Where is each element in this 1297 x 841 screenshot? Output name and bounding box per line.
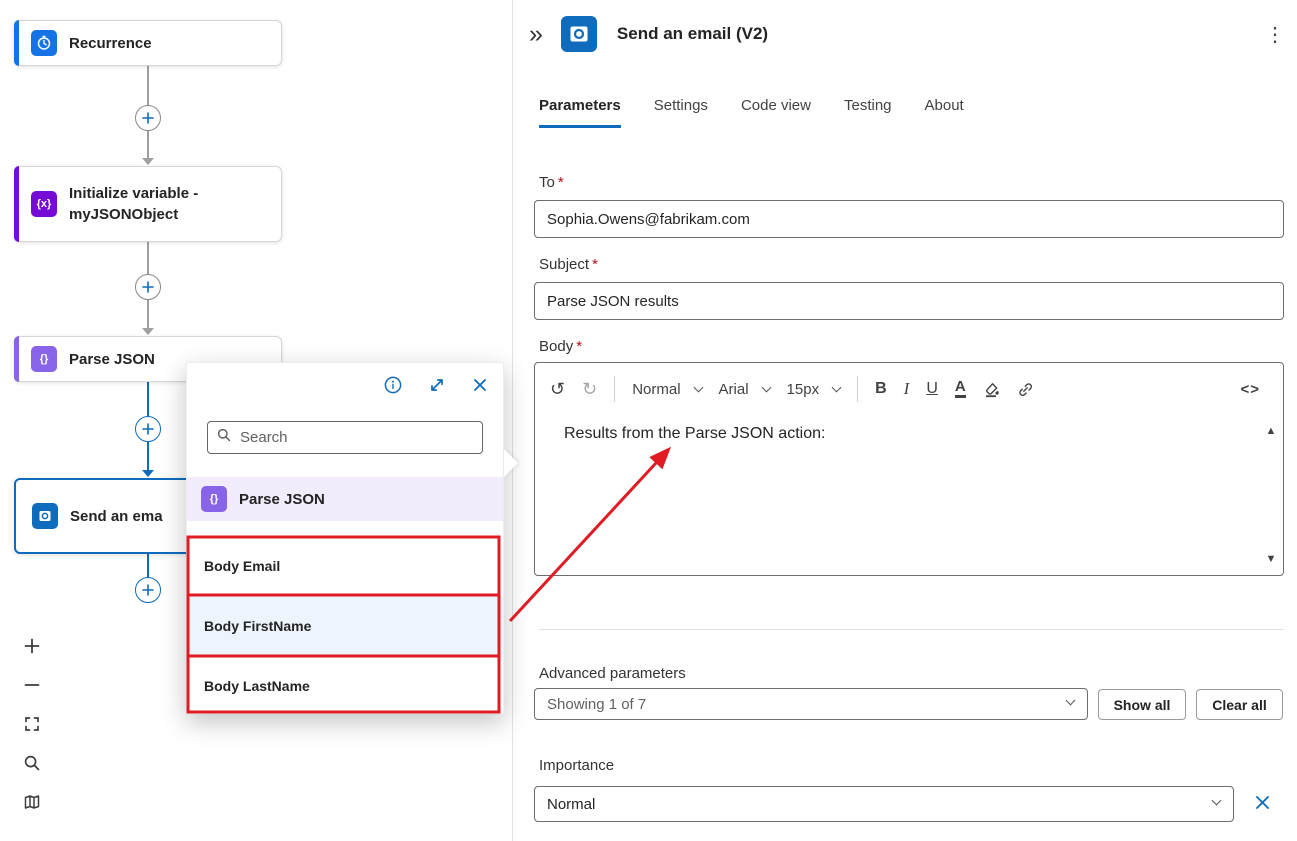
toolbar-divider <box>614 376 616 402</box>
font-family-dropdown[interactable]: Arial <box>719 381 771 398</box>
highlight-icon[interactable] <box>983 381 1000 398</box>
dynamic-content-popup: {} Parse JSON Body Email Body FirstName … <box>186 362 518 715</box>
required-asterisk: * <box>592 256 598 273</box>
zoom-out-icon[interactable] <box>16 669 48 701</box>
dynamic-content-item-body-firstname[interactable]: Body FirstName <box>187 595 503 657</box>
paragraph-style-dropdown[interactable]: Normal <box>632 381 703 398</box>
outlook-icon <box>560 16 597 52</box>
to-label: To * <box>539 174 564 191</box>
connector-arrow-icon <box>142 470 154 477</box>
panel-title: Send an email (V2) <box>616 24 769 43</box>
parse-json-braces-icon: {} <box>201 486 227 512</box>
popup-callout-pointer <box>504 449 518 477</box>
power-automate-designer: Recurrence {x} Initialize variable - myJ… <box>0 0 1297 841</box>
panel-header: » Send an email (V2) ⋮ <box>529 14 1285 54</box>
node-recurrence[interactable]: Recurrence <box>14 20 282 66</box>
dynamic-content-item-body-lastname[interactable]: Body LastName <box>187 657 503 715</box>
body-rich-text-editor[interactable]: ↺ ↻ Normal Arial 15px B I U A <> Results… <box>534 362 1284 576</box>
chevron-down-icon <box>761 382 771 392</box>
chevron-down-icon <box>1211 795 1222 806</box>
node-label: Parse JSON <box>69 350 155 368</box>
info-icon[interactable] <box>383 375 403 395</box>
show-all-button[interactable]: Show all <box>1098 689 1186 720</box>
clear-importance-icon[interactable] <box>1253 793 1272 815</box>
dynamic-content-group-parse-json[interactable]: {} Parse JSON <box>187 477 503 521</box>
node-label: Recurrence <box>69 34 152 52</box>
scroll-up-icon[interactable]: ▲ <box>1266 425 1277 437</box>
close-icon[interactable] <box>471 376 489 394</box>
insert-step-button[interactable] <box>135 577 161 603</box>
chevron-down-icon <box>693 382 703 392</box>
search-input[interactable] <box>240 429 474 446</box>
section-divider <box>539 629 1284 630</box>
popup-toolbar <box>383 375 489 395</box>
link-icon[interactable] <box>1017 381 1034 398</box>
tab-settings[interactable]: Settings <box>654 97 708 128</box>
redo-icon[interactable]: ↻ <box>582 379 597 400</box>
node-accent <box>14 336 19 382</box>
chevron-down-icon <box>831 382 842 392</box>
action-configuration-panel: » Send an email (V2) ⋮ Parameters Settin… <box>512 0 1297 841</box>
font-size-dropdown[interactable]: 15px <box>787 381 842 398</box>
connector-arrow-icon <box>142 158 154 165</box>
node-accent <box>14 20 19 66</box>
font-color-icon[interactable]: A <box>954 379 966 398</box>
canvas-controls <box>16 630 48 818</box>
tab-about[interactable]: About <box>925 97 964 128</box>
clear-all-button[interactable]: Clear all <box>1196 689 1283 720</box>
insert-step-button[interactable] <box>135 105 161 131</box>
outlook-icon <box>32 503 58 529</box>
tab-code-view[interactable]: Code view <box>741 97 811 128</box>
tab-testing[interactable]: Testing <box>844 97 892 128</box>
importance-dropdown[interactable]: Normal <box>534 786 1234 822</box>
connector-arrow-icon <box>142 328 154 335</box>
bold-icon[interactable]: B <box>875 380 887 398</box>
node-initialize-variable[interactable]: {x} Initialize variable - myJSONObject <box>14 166 282 242</box>
node-label: Send an ema <box>70 507 163 525</box>
collapse-panel-icon[interactable]: » <box>529 21 543 47</box>
connector-line-selected <box>147 554 149 578</box>
underline-icon[interactable]: U <box>926 380 938 398</box>
node-accent <box>14 166 19 242</box>
tab-parameters[interactable]: Parameters <box>539 97 621 128</box>
parse-json-braces-icon: {} <box>31 346 57 372</box>
body-editor-content[interactable]: Results from the Parse JSON action: <box>535 415 1283 443</box>
more-options-icon[interactable]: ⋮ <box>1265 22 1285 47</box>
item-label: Body Email <box>204 558 281 574</box>
search-canvas-icon[interactable] <box>16 747 48 779</box>
editor-scrollbar[interactable]: ▲ ▼ <box>1264 425 1278 565</box>
item-label: Body FirstName <box>204 618 312 634</box>
importance-label: Importance <box>539 757 615 774</box>
undo-icon[interactable]: ↺ <box>550 379 565 400</box>
minimap-icon[interactable] <box>16 786 48 818</box>
expand-icon[interactable] <box>427 375 447 395</box>
search-box[interactable] <box>207 421 483 454</box>
to-field[interactable] <box>534 200 1284 238</box>
code-view-icon[interactable]: <> <box>1240 381 1260 398</box>
recurrence-clock-icon <box>31 30 57 56</box>
subject-label: Subject * <box>539 256 598 273</box>
fit-to-view-icon[interactable] <box>16 708 48 740</box>
advanced-parameters-label: Advanced parameters <box>539 665 686 682</box>
search-icon <box>216 427 232 448</box>
zoom-in-icon[interactable] <box>16 630 48 662</box>
editor-toolbar: ↺ ↻ Normal Arial 15px B I U A <> <box>535 363 1283 415</box>
chevron-down-icon <box>1065 695 1076 706</box>
required-asterisk: * <box>557 174 564 191</box>
panel-tabs: Parameters Settings Code view Testing Ab… <box>539 97 964 128</box>
body-label: Body * <box>539 338 583 355</box>
item-label: Body LastName <box>204 678 310 694</box>
dynamic-content-item-body-email[interactable]: Body Email <box>187 537 503 595</box>
variable-braces-icon: {x} <box>31 191 57 217</box>
subject-field[interactable] <box>534 282 1284 320</box>
toolbar-divider <box>857 376 859 402</box>
insert-step-button[interactable] <box>135 274 161 300</box>
scroll-down-icon[interactable]: ▼ <box>1266 553 1277 565</box>
insert-step-button[interactable] <box>135 416 161 442</box>
group-label: Parse JSON <box>239 490 325 508</box>
required-asterisk: * <box>576 338 583 355</box>
node-label: Initialize variable - myJSONObject <box>69 185 199 223</box>
italic-icon[interactable]: I <box>904 379 910 399</box>
advanced-parameters-dropdown[interactable]: Showing 1 of 7 <box>534 688 1088 720</box>
